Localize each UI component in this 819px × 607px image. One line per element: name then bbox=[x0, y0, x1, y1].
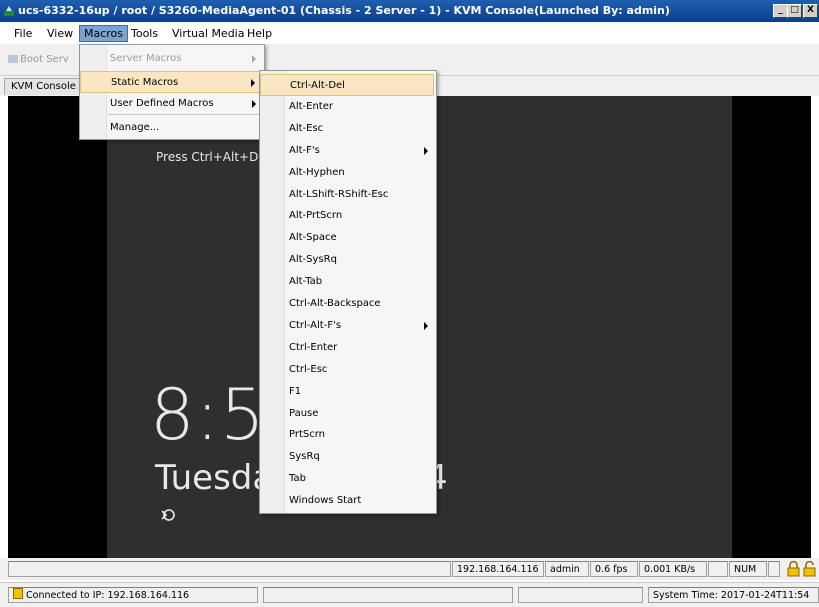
menu-item-ctrl-esc[interactable]: Ctrl-Esc bbox=[260, 359, 434, 381]
menu-item-label: Ctrl-Alt-Del bbox=[290, 80, 345, 91]
maximize-button[interactable]: □ bbox=[787, 4, 802, 18]
menu-item-label: Windows Start bbox=[289, 495, 362, 507]
menu-item-label: Ctrl-Esc bbox=[289, 363, 328, 375]
submenu-arrow-icon bbox=[251, 79, 255, 87]
menu-item-label: Alt-F's bbox=[289, 144, 320, 156]
menu-item-pause[interactable]: Pause bbox=[260, 403, 434, 425]
menu-item-label: Tab bbox=[289, 473, 306, 485]
lock-screen-clock: 8:5 bbox=[150, 374, 266, 456]
connection-empty-cell-2 bbox=[518, 587, 643, 603]
menu-item-label: Alt-LShift-RShift-Esc bbox=[289, 188, 389, 200]
menu-item-label: PrtScrn bbox=[289, 429, 326, 441]
menu-macros[interactable]: Macros bbox=[79, 25, 129, 42]
menu-item-label: Ctrl-Enter bbox=[289, 341, 338, 353]
menu-item-label: SysRq bbox=[289, 451, 320, 463]
connection-bar: Connected to IP: 192.168.164.116 System … bbox=[0, 582, 819, 607]
menu-item-ctrl-alt-f-s[interactable]: Ctrl-Alt-F's bbox=[260, 315, 434, 337]
menu-item-alt-sysrq[interactable]: Alt-SysRq bbox=[260, 249, 434, 271]
menu-item-alt-enter[interactable]: Alt-Enter bbox=[260, 96, 434, 118]
status-blank-2 bbox=[768, 561, 780, 577]
menu-item-alt-esc[interactable]: Alt-Esc bbox=[260, 118, 434, 140]
menu-item-sysrq[interactable]: SysRq bbox=[260, 446, 434, 468]
menu-item-alt-hyphen[interactable]: Alt-Hyphen bbox=[260, 162, 434, 184]
status-fps: 0.6 fps bbox=[590, 561, 638, 577]
ease-of-access-icon[interactable] bbox=[160, 507, 176, 523]
menu-item-f1[interactable]: F1 bbox=[260, 381, 434, 403]
menu-bar: File View Macros Tools Virtual Media Hel… bbox=[0, 22, 819, 44]
status-empty-cell bbox=[8, 561, 451, 577]
menu-tools[interactable]: Tools bbox=[127, 26, 162, 41]
menu-item-user-defined-macros[interactable]: User Defined Macros bbox=[80, 93, 262, 115]
menu-item-label: Pause bbox=[289, 407, 319, 419]
menu-view[interactable]: View bbox=[43, 26, 77, 41]
menu-item-label: Alt-PrtScrn bbox=[289, 210, 343, 222]
connection-status: Connected to IP: 192.168.164.116 bbox=[8, 587, 258, 603]
menu-item-label: Alt-SysRq bbox=[289, 254, 337, 266]
menu-item-label: Alt-Space bbox=[289, 232, 337, 244]
menu-item-alt-prtscrn[interactable]: Alt-PrtScrn bbox=[260, 205, 434, 227]
static-macros-submenu: Ctrl-Alt-Del Alt-Enter Alt-Esc Alt-F's Alt-H… bbox=[259, 70, 437, 514]
submenu-arrow-icon bbox=[252, 100, 256, 108]
menu-item-windows-start[interactable]: Windows Start bbox=[260, 490, 434, 512]
status-num: NUM bbox=[729, 561, 767, 577]
menu-virtual-media[interactable]: Virtual Media bbox=[168, 26, 248, 41]
lock-screen-prompt: Press Ctrl+Alt+Del bbox=[156, 150, 270, 164]
menu-item-static-macros[interactable]: Static Macros bbox=[80, 71, 262, 93]
menu-item-tab[interactable]: Tab bbox=[260, 468, 434, 490]
menu-item-label: Alt-Enter bbox=[289, 100, 333, 112]
menu-item-alt-space[interactable]: Alt-Space bbox=[260, 227, 434, 249]
submenu-arrow-icon bbox=[424, 321, 428, 330]
menu-item-label: Ctrl-Alt-Backspace bbox=[289, 298, 381, 309]
status-ip: 192.168.164.116 bbox=[452, 561, 544, 577]
connection-empty-cell bbox=[263, 587, 513, 603]
submenu-arrow-icon bbox=[252, 55, 256, 63]
menu-item-label: Alt-Esc bbox=[289, 122, 324, 134]
menu-item-alt-f-s[interactable]: Alt-F's bbox=[260, 140, 434, 162]
menu-item-label: Alt-Tab bbox=[289, 276, 323, 288]
status-user: admin bbox=[545, 561, 589, 577]
menu-item-server-macros[interactable]: Server Macros bbox=[80, 48, 262, 70]
tab-kvm-console[interactable]: KVM Console bbox=[4, 78, 83, 95]
connection-lock-icon bbox=[13, 588, 23, 599]
menu-item-label: Ctrl-Alt-F's bbox=[289, 319, 342, 331]
boot-icon bbox=[8, 55, 18, 63]
window-title: ucs-6332-16up / root / S3260-MediaAgent-… bbox=[18, 4, 670, 17]
macros-dropdown: Server Macros Static Macros User Defined… bbox=[79, 44, 265, 140]
menu-item-label: F1 bbox=[289, 385, 302, 397]
menu-item-ctrl-enter[interactable]: Ctrl-Enter bbox=[260, 337, 434, 359]
menu-item-ctrl-alt-del[interactable]: Ctrl-Alt-Del bbox=[260, 74, 434, 96]
boot-server-button[interactable]: Boot Serv bbox=[8, 54, 69, 65]
java-app-icon bbox=[4, 6, 14, 16]
submenu-arrow-icon bbox=[424, 146, 428, 155]
menu-item-ctrl-alt-backspace[interactable]: Ctrl-Alt-Backspace bbox=[260, 293, 434, 315]
menu-item-alt-lshift-rshift-esc[interactable]: Alt-LShift-RShift-Esc bbox=[260, 184, 434, 206]
menu-item-alt-tab[interactable]: Alt-Tab bbox=[260, 271, 434, 293]
status-blank bbox=[708, 561, 728, 577]
unlock-icon bbox=[803, 561, 816, 577]
close-button[interactable]: X bbox=[803, 4, 818, 18]
status-rate: 0.001 KB/s bbox=[639, 561, 707, 577]
minimize-button[interactable]: _ bbox=[773, 4, 788, 18]
lock-icon bbox=[787, 561, 800, 577]
menu-item-prtscrn[interactable]: PrtScrn bbox=[260, 424, 434, 446]
menu-separator bbox=[108, 114, 260, 115]
system-time: System Time: 2017-01-24T11:54 bbox=[648, 587, 819, 603]
menu-file[interactable]: File bbox=[10, 26, 36, 41]
menu-item-manage[interactable]: Manage... bbox=[80, 117, 262, 139]
menu-help[interactable]: Help bbox=[243, 26, 276, 41]
status-bar: 192.168.164.116 admin 0.6 fps 0.001 KB/s… bbox=[0, 558, 819, 580]
title-bar: ucs-6332-16up / root / S3260-MediaAgent-… bbox=[0, 0, 819, 22]
menu-item-label: Alt-Hyphen bbox=[289, 166, 345, 178]
